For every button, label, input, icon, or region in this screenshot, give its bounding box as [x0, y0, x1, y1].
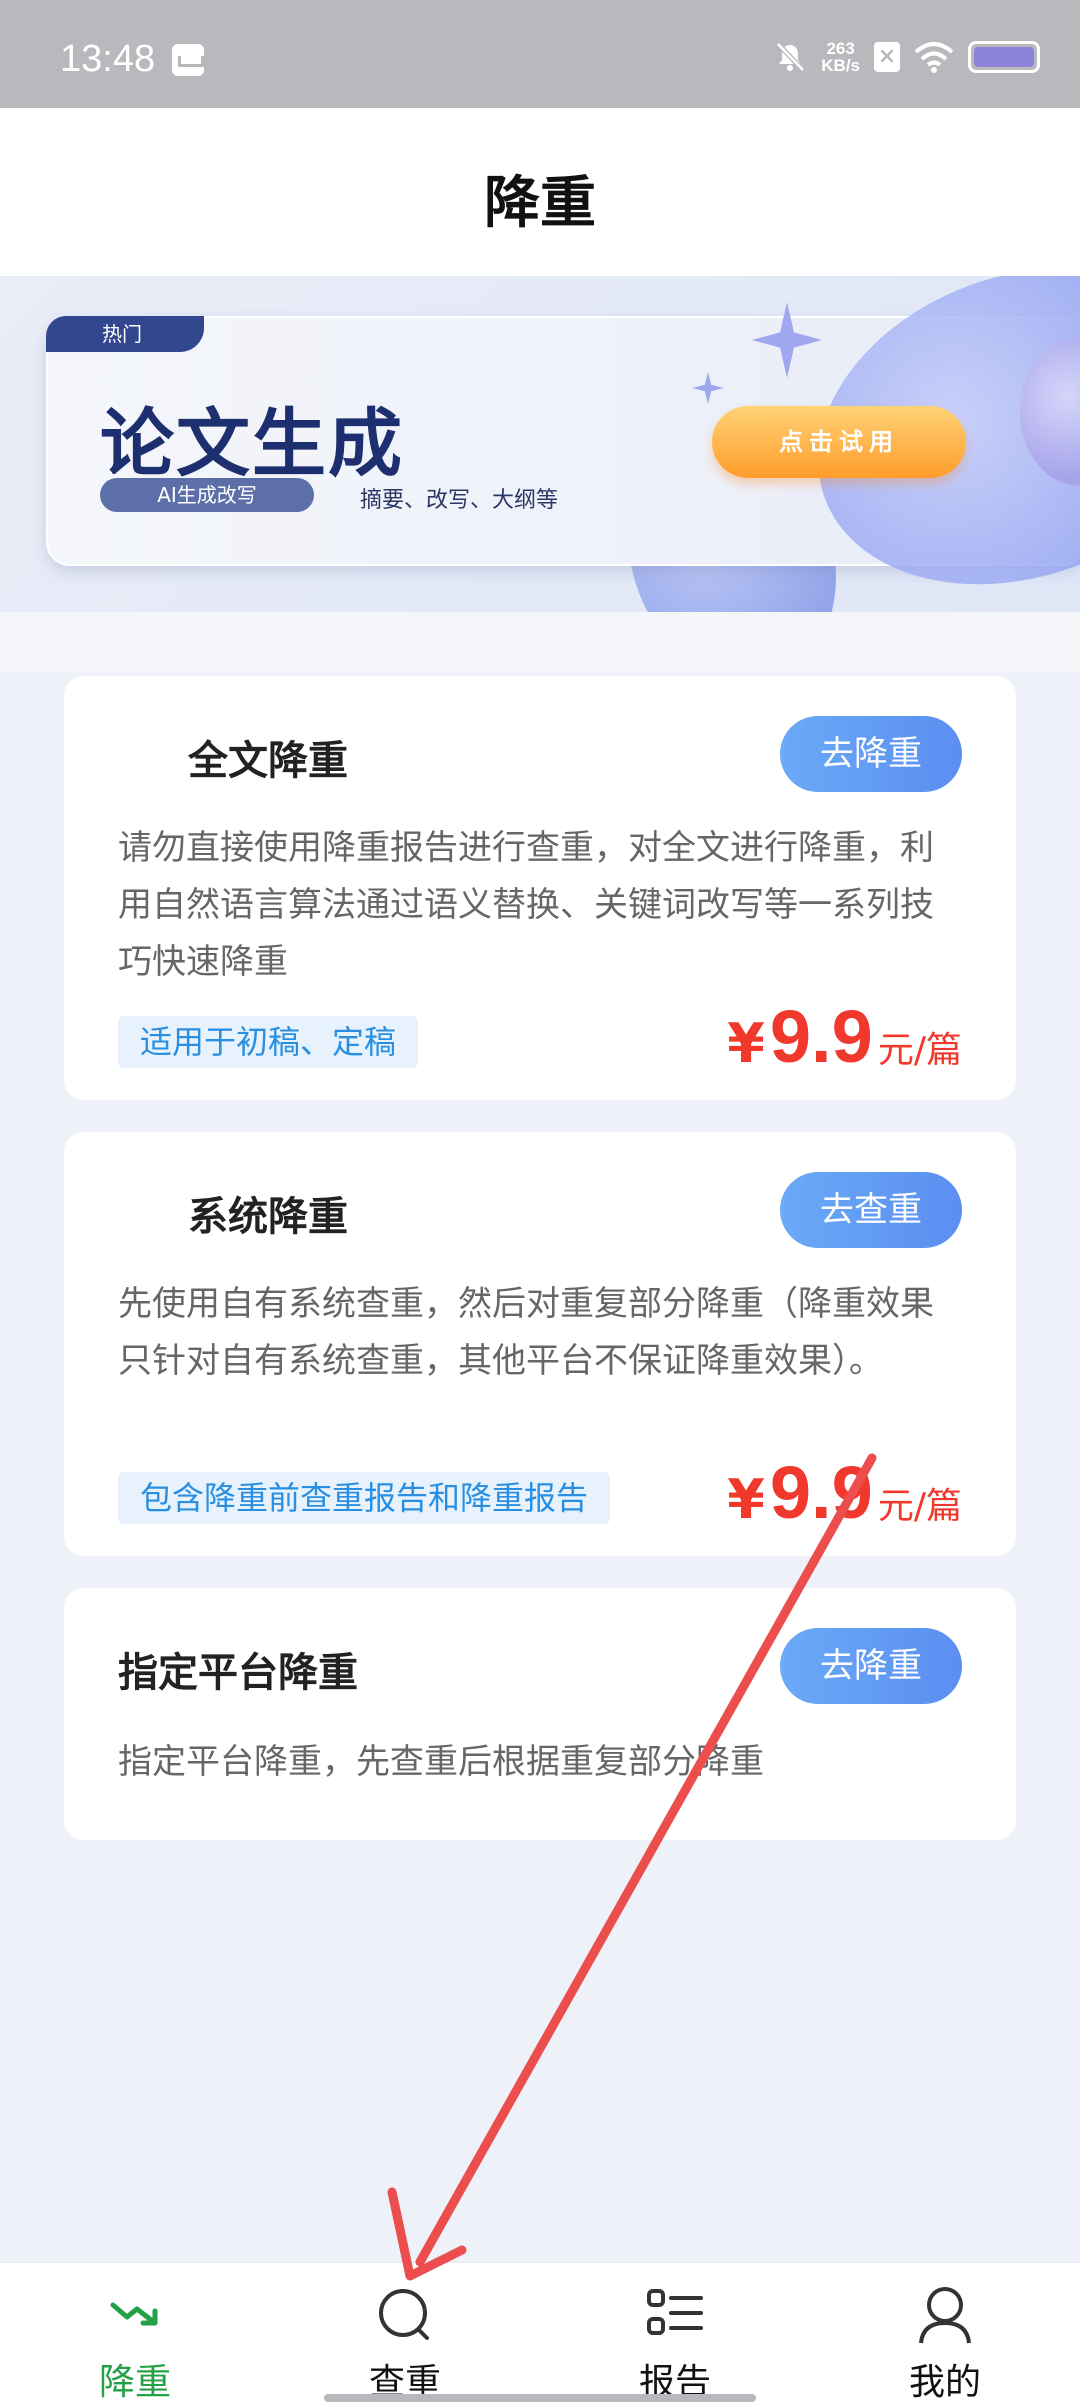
search-icon	[379, 2289, 429, 2340]
card-title: 全文降重	[188, 738, 348, 784]
price-value: 9.9	[769, 995, 873, 1078]
trend-down-icon	[110, 2302, 158, 2326]
network-speed-value: 263	[826, 39, 855, 58]
go-rewrite-button[interactable]: 去降重	[780, 716, 962, 792]
no-sim-icon: ×	[874, 42, 900, 72]
network-speed-unit: KB/s	[821, 56, 860, 75]
price-value: 9.9	[769, 1451, 873, 1534]
card-tag: 包含降重前查重报告和降重报告	[118, 1472, 611, 1524]
list-icon	[647, 2289, 703, 2335]
card-platform-rewrite: 指定平台降重 去降重 指定平台降重，先查重后根据重复部分降重	[64, 1588, 1016, 1840]
go-check-button[interactable]: 去查重	[780, 1172, 962, 1248]
screen: 13:48 263 KB/s × 降重 热门 论文生成 AI生成改写 摘要、改写…	[0, 0, 1080, 2408]
banner-subtitle: 摘要、改写、大纲等	[360, 488, 559, 513]
price: ¥ 9.9 元/篇	[727, 1450, 962, 1535]
status-time: 13:48	[60, 38, 156, 80]
page-title: 降重	[484, 171, 596, 236]
tab-rewrite[interactable]: 降重	[0, 2263, 270, 2408]
battery-icon	[968, 41, 1040, 73]
tab-label: 降重	[98, 2362, 171, 2403]
status-icons: 263 KB/s ×	[773, 40, 1040, 74]
home-indicator[interactable]	[324, 2394, 756, 2402]
card-full-text-rewrite: 全文降重 去降重 请勿直接使用降重报告进行查重，对全文进行降重，利用自然语言算法…	[64, 676, 1016, 1100]
tab-report[interactable]: 报告	[540, 2263, 810, 2408]
tab-check[interactable]: 查重	[270, 2263, 540, 2408]
tab-label: 我的	[908, 2362, 981, 2403]
card-title: 系统降重	[188, 1194, 348, 1240]
banner-title: 论文生成	[100, 401, 404, 487]
price-currency: ¥	[727, 1468, 765, 1531]
divider-band	[0, 612, 1080, 672]
price-unit: 元/篇	[877, 1030, 962, 1071]
card-description: 先使用自有系统查重，然后对重复部分降重（降重效果只针对自有系统查重，其他平台不保…	[118, 1284, 934, 1381]
card-tag: 适用于初稿、定稿	[118, 1016, 419, 1068]
network-speed: 263 KB/s	[821, 40, 860, 74]
user-icon	[919, 2287, 971, 2344]
card-description: 指定平台降重，先查重后根据重复部分降重	[118, 1742, 764, 1782]
wifi-icon	[914, 42, 954, 73]
banner-tag: AI生成改写	[100, 478, 314, 512]
price-unit: 元/篇	[877, 1486, 962, 1527]
go-rewrite-button[interactable]: 去降重	[780, 1628, 962, 1704]
try-now-button[interactable]: 点击试用	[712, 406, 966, 478]
promo-banner[interactable]: 热门 论文生成 AI生成改写 摘要、改写、大纲等 点击试用	[0, 276, 1080, 612]
mute-bell-icon	[776, 42, 806, 72]
app-header: 降重	[0, 108, 1080, 276]
price-currency: ¥	[727, 1012, 765, 1075]
card-description: 请勿直接使用降重报告进行查重，对全文进行降重，利用自然语言算法通过语义替换、关键…	[118, 828, 934, 982]
price: ¥ 9.9 元/篇	[727, 994, 962, 1079]
hot-badge: 热门	[46, 316, 204, 352]
bottom-nav: 降重 查重 报告 我的	[0, 2262, 1080, 2408]
card-system-rewrite: 系统降重 去查重 先使用自有系统查重，然后对重复部分降重（降重效果只针对自有系统…	[64, 1132, 1016, 1556]
notification-app-icon	[172, 44, 204, 76]
status-bar: 13:48 263 KB/s ×	[0, 0, 1080, 108]
card-title: 指定平台降重	[118, 1650, 358, 1696]
tab-mine[interactable]: 我的	[810, 2263, 1080, 2408]
